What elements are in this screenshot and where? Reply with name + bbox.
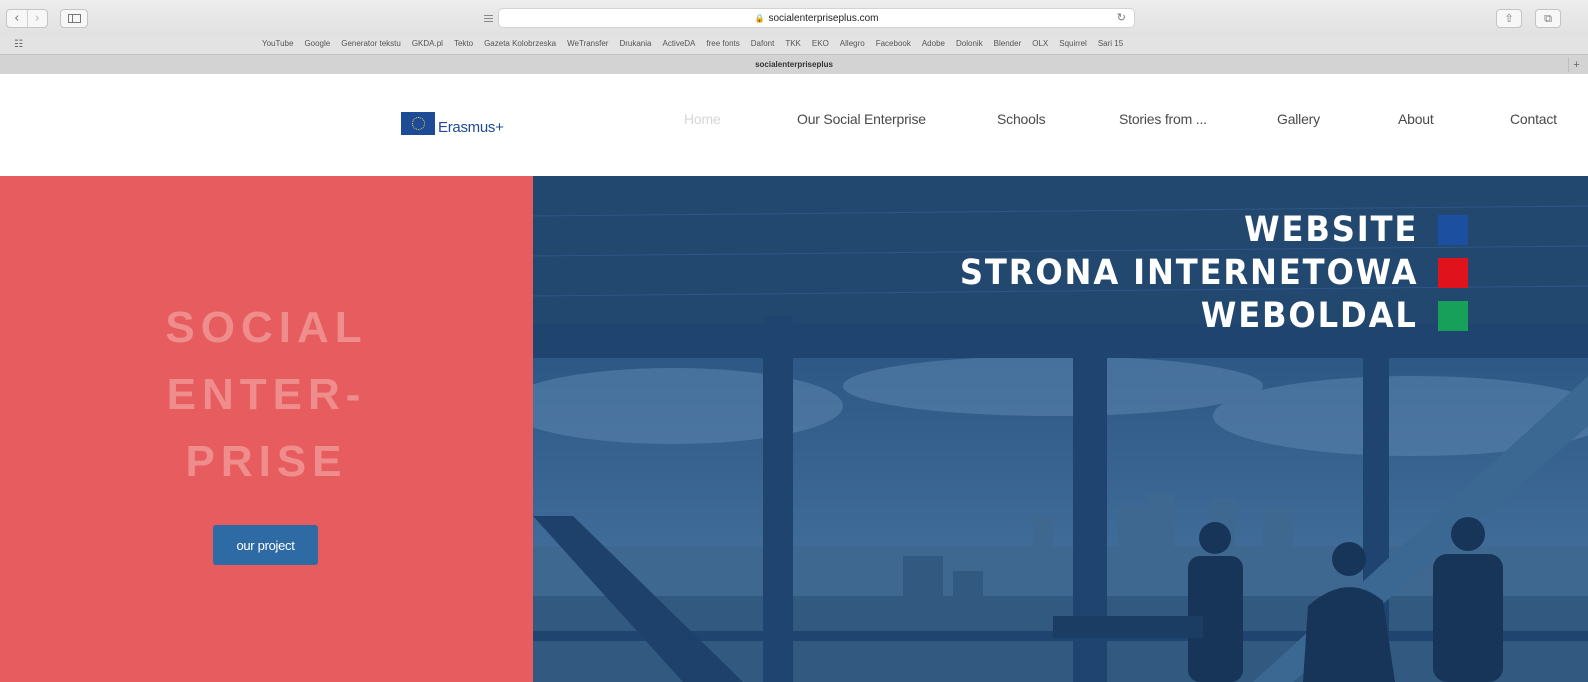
address-bar[interactable]: 🔒 socialenterpriseplus.com ↻ bbox=[498, 8, 1135, 28]
tab-bar: socialenterpriseplus + bbox=[0, 54, 1588, 74]
hero-title-line: PRISE bbox=[185, 437, 348, 486]
favorite-link[interactable]: Squirrel bbox=[1059, 39, 1087, 48]
hero-title: SOCIAL ENTER- PRISE bbox=[0, 294, 533, 495]
label-text: WEBOLDAL bbox=[1201, 296, 1418, 336]
nav-item-home[interactable]: Home bbox=[684, 111, 721, 127]
label-strona-internetowa: STRONA INTERNETOWA bbox=[920, 253, 1468, 293]
favorite-link[interactable]: Tekto bbox=[454, 39, 473, 48]
favorite-link[interactable]: ActiveDA bbox=[662, 39, 695, 48]
tabs-overview-icon[interactable]: ⧉ bbox=[1535, 9, 1561, 28]
favorite-link[interactable]: YouTube bbox=[262, 39, 293, 48]
our-project-button[interactable]: our project bbox=[213, 525, 318, 565]
favorite-link[interactable]: GKDA.pl bbox=[412, 39, 443, 48]
hero-title-line: SOCIAL bbox=[165, 303, 368, 352]
favorites-list: YouTube Google Generator tekstu GKDA.pl Tekt… bbox=[262, 39, 1134, 48]
favorite-link[interactable]: Dolonik bbox=[956, 39, 983, 48]
label-weboldal: WEBOLDAL bbox=[1182, 296, 1468, 336]
favorite-link[interactable]: TKK bbox=[785, 39, 801, 48]
red-square bbox=[1438, 258, 1468, 288]
active-tab-title[interactable]: socialenterpriseplus bbox=[0, 60, 1588, 69]
office-window-photo bbox=[533, 176, 1588, 682]
favorite-link[interactable]: WeTransfer bbox=[567, 39, 608, 48]
new-tab-icon[interactable]: + bbox=[1568, 57, 1584, 72]
favorite-link[interactable]: Sari 15 bbox=[1098, 39, 1123, 48]
favorite-link[interactable]: free fonts bbox=[706, 39, 739, 48]
history-buttons: ‹ › bbox=[6, 9, 48, 28]
lock-icon: 🔒 bbox=[754, 13, 765, 23]
main-navigation: Home Our Social Enterprise Schools Stori… bbox=[0, 111, 1588, 131]
browser-chrome: ‹ › 🔒 socialenterpriseplus.com ↻ ⇧ ⧉ ☷ Y… bbox=[0, 0, 1588, 74]
favorite-link[interactable]: Facebook bbox=[876, 39, 911, 48]
favorite-link[interactable]: OLX bbox=[1032, 39, 1048, 48]
sidebar-icon bbox=[67, 14, 81, 23]
favorites-bar: ☷ YouTube Google Generator tekstu GKDA.pl Te… bbox=[0, 36, 1588, 54]
sidebar-toggle-button[interactable] bbox=[60, 9, 88, 28]
favorite-link[interactable]: Generator tekstu bbox=[341, 39, 401, 48]
site-header: Erasmus+ Home Our Social Enterprise Scho… bbox=[0, 74, 1588, 176]
hero-panel: SOCIAL ENTER- PRISE our project bbox=[0, 176, 533, 682]
url-text: socialenterpriseplus.com bbox=[768, 12, 879, 24]
nav-item-gallery[interactable]: Gallery bbox=[1277, 111, 1320, 127]
nav-item-stories[interactable]: Stories from ... bbox=[1119, 111, 1207, 127]
favorite-link[interactable]: EKO bbox=[812, 39, 829, 48]
nav-item-our-social-enterprise[interactable]: Our Social Enterprise bbox=[797, 111, 926, 127]
back-icon[interactable]: ‹ bbox=[7, 10, 27, 27]
forward-icon[interactable]: › bbox=[26, 10, 48, 27]
grid-icon[interactable]: ☷ bbox=[14, 39, 23, 50]
favorite-link[interactable]: Blender bbox=[994, 39, 1022, 48]
favorite-link[interactable]: Drukania bbox=[619, 39, 651, 48]
hero-title-line: ENTER- bbox=[166, 370, 367, 419]
nav-item-about[interactable]: About bbox=[1398, 111, 1434, 127]
favorite-link[interactable]: Google bbox=[304, 39, 330, 48]
reader-icon[interactable] bbox=[480, 10, 496, 26]
browser-toolbar: ‹ › 🔒 socialenterpriseplus.com ↻ ⇧ ⧉ bbox=[0, 0, 1588, 36]
hero-image bbox=[533, 176, 1588, 682]
nav-item-contact[interactable]: Contact bbox=[1510, 111, 1557, 127]
favorite-link[interactable]: Adobe bbox=[922, 39, 945, 48]
reload-icon[interactable]: ↻ bbox=[1117, 11, 1126, 24]
favorite-link[interactable]: Dafont bbox=[751, 39, 775, 48]
label-text: WEBSITE bbox=[1243, 210, 1418, 250]
nav-item-schools[interactable]: Schools bbox=[997, 111, 1046, 127]
label-website: WEBSITE bbox=[1229, 210, 1468, 250]
share-icon[interactable]: ⇧ bbox=[1496, 9, 1522, 28]
green-square bbox=[1438, 301, 1468, 331]
favorite-link[interactable]: Allegro bbox=[840, 39, 865, 48]
blue-square bbox=[1438, 215, 1468, 245]
label-text: STRONA INTERNETOWA bbox=[959, 253, 1418, 293]
favorite-link[interactable]: Gazeta Kolobrzeska bbox=[484, 39, 556, 48]
